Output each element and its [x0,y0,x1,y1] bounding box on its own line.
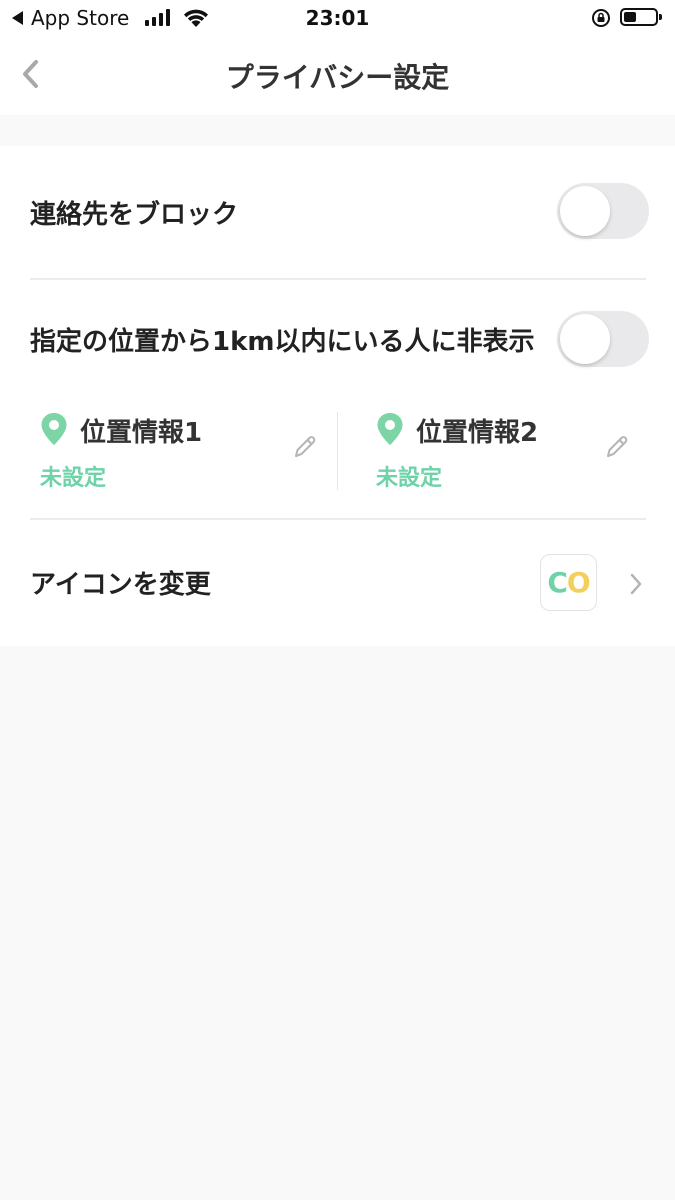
chevron-right-icon[interactable] [626,571,646,597]
toggle-knob [560,314,610,364]
pencil-icon[interactable] [604,434,630,460]
status-bar: App Store 23:01 [0,0,675,38]
app-icon-thumbnail[interactable]: CO [540,554,597,611]
block-contacts-label: 連絡先をブロック [30,200,239,230]
page-title: プライバシー設定 [225,61,450,94]
navigation-bar: プライバシー設定 [0,38,675,115]
location-1[interactable]: 位置情報1 未設定 [40,412,340,502]
hide-nearby-toggle[interactable] [557,311,649,367]
block-contacts-toggle[interactable] [557,183,649,239]
battery-nub [659,14,662,20]
battery-icon [620,8,662,26]
toggle-knob [560,186,610,236]
location-2-name: 位置情報2 [416,418,539,448]
rotation-lock-icon [592,9,610,27]
battery-level [624,12,636,22]
divider [30,278,646,280]
privacy-settings-card: 連絡先をブロック 指定の位置から1km以内にいる人に非表示 位置情報1 未設定 … [0,146,675,646]
pencil-icon[interactable] [292,434,318,460]
app-icon-letter-c: C [547,566,568,599]
location-2[interactable]: 位置情報2 未設定 [376,412,675,502]
clock: 23:01 [305,6,370,30]
location-1-status: 未設定 [40,466,107,491]
app-icon-letter-o: O [566,566,591,599]
location-divider [337,412,338,490]
location-1-name: 位置情報1 [80,418,203,448]
map-pin-icon [377,413,403,445]
divider [30,518,646,520]
hide-nearby-label: 指定の位置から1km以内にいる人に非表示 [30,327,535,357]
location-2-status: 未設定 [376,466,443,491]
change-icon-label: アイコンを変更 [30,570,211,600]
map-pin-icon [41,413,67,445]
